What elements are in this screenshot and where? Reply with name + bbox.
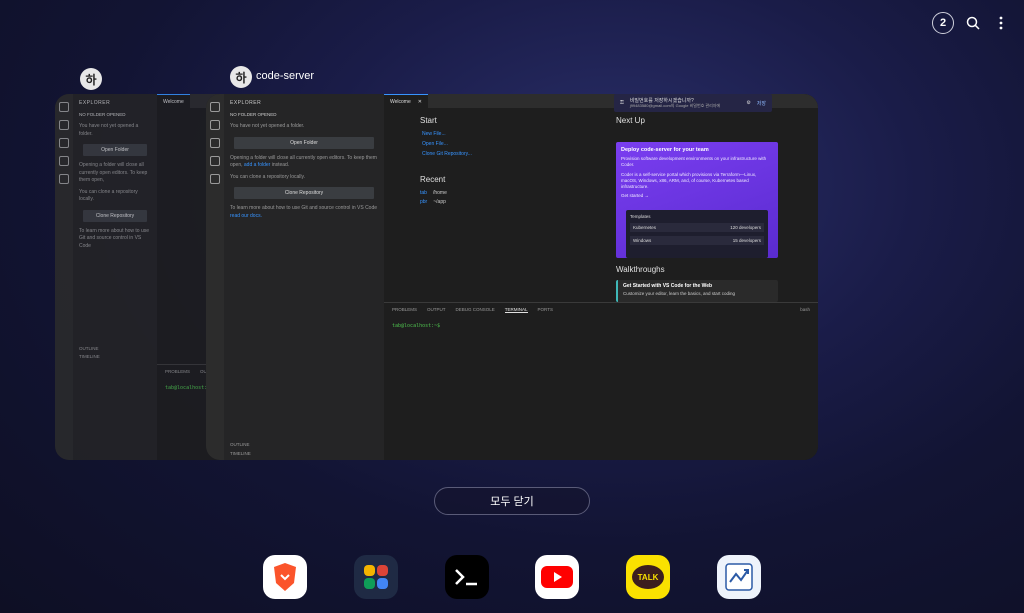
template-row: Windows 15 developers	[630, 236, 764, 245]
clone-git-link[interactable]: Clone Git Repository...	[422, 151, 600, 157]
tab-welcome[interactable]: Welcome ✕	[384, 94, 428, 108]
timeline-section[interactable]: TIMELINE	[79, 354, 100, 359]
walkthrough-card[interactable]: Get Started with VS Code for the Web Cus…	[616, 280, 778, 302]
clone-text: You can clone a repository locally.	[230, 173, 306, 180]
terminal-prompt[interactable]: tab@localhost:~$	[384, 317, 818, 335]
timeline-section[interactable]: TIMELINE	[230, 451, 251, 456]
open-folder-button[interactable]: Open Folder	[234, 136, 374, 149]
git-note: To learn more about how to use Git and s…	[79, 227, 150, 249]
coder-promo-card[interactable]: Deploy code-server for your team Provisi…	[616, 142, 778, 258]
explorer-title: EXPLORER	[79, 100, 111, 106]
walk-title: Get Started with VS Code for the Web	[623, 283, 713, 289]
panel-tab-problems[interactable]: PROBLEMS	[165, 369, 190, 375]
outline-section[interactable]: OUTLINE	[230, 442, 250, 447]
brave-browser-icon[interactable]	[263, 555, 307, 599]
recent-app-card-code-server[interactable]: EXPLORER NO FOLDER OPENED You have not y…	[206, 94, 818, 460]
panel-tab-problems[interactable]: PROBLEMS	[392, 307, 417, 313]
terminal-icon[interactable]	[445, 555, 489, 599]
templates-title: Templates	[630, 214, 651, 219]
top-right-controls: 2	[932, 12, 1010, 34]
notif-save-button[interactable]: 저장	[757, 100, 766, 107]
start-heading: Start	[420, 116, 437, 125]
recent-item[interactable]: pbr ~/app	[420, 199, 600, 205]
activity-bar	[206, 94, 224, 460]
welcome-page: Start New File... Open File... Clone Git…	[384, 108, 818, 302]
recent-count-badge[interactable]: 2	[932, 12, 954, 34]
youtube-icon[interactable]	[535, 555, 579, 599]
walkthroughs-heading: Walkthroughs	[616, 265, 665, 274]
terminal-shell-label[interactable]: bash	[800, 307, 810, 312]
editor-area: Welcome ✕ ⚿ 비밀번호를 저장하시겠습니까? j99483580@gma…	[384, 94, 818, 460]
open-folder-note: Opening a folder will close all currentl…	[230, 154, 377, 169]
explorer-sidebar: EXPLORER NO FOLDER OPENED You have not y…	[224, 94, 384, 460]
promo-desc2: Coder is a self-service portal which pro…	[621, 171, 757, 190]
not-opened-text: You have not yet opened a folder.	[230, 123, 305, 129]
explorer-sidebar: EXPLORER NO FOLDER OPENED You have not y…	[73, 94, 157, 460]
code-server-app-icon[interactable]: 하	[230, 66, 252, 88]
clone-repository-button[interactable]: Clone Repository	[83, 209, 147, 222]
recent-heading: Recent	[420, 175, 446, 184]
front-app-title: code-server	[256, 70, 315, 82]
add-folder-link[interactable]: add a folder	[244, 162, 270, 168]
key-icon: ⚿	[620, 100, 624, 106]
promo-title: Deploy code-server for your team	[621, 147, 709, 153]
stock-chart-icon[interactable]	[717, 555, 761, 599]
explorer-title: EXPLORER	[230, 100, 262, 106]
more-vert-icon[interactable]	[992, 14, 1010, 32]
templates-preview: Templates Kubernetes 120 developers Windo…	[626, 210, 768, 258]
new-file-link[interactable]: New File...	[422, 131, 600, 137]
template-row: Kubernetes 120 developers	[630, 223, 764, 232]
open-folder-button[interactable]: Open Folder	[83, 144, 147, 156]
promo-desc: Provision software development environme…	[621, 156, 767, 168]
tab-welcome[interactable]: Welcome	[157, 94, 190, 108]
code-server-app-icon-back[interactable]: 하	[80, 68, 102, 90]
gear-icon[interactable]: ⚙	[746, 100, 750, 106]
panel-tab-ports[interactable]: PORTS	[538, 307, 553, 313]
open-file-link[interactable]: Open File...	[422, 141, 600, 147]
search-icon[interactable]	[964, 14, 982, 32]
no-folder-label: NO FOLDER OPENED	[230, 112, 277, 117]
panel-tab-debug[interactable]: DEBUG CONSOLE	[456, 307, 495, 313]
panel-tab-output[interactable]: OUTPUT	[427, 307, 446, 313]
talk-label: TALK	[632, 565, 664, 589]
activity-bar	[55, 94, 73, 460]
kakaotalk-icon[interactable]: TALK	[626, 555, 670, 599]
panel-tab-terminal[interactable]: TERMINAL	[504, 307, 528, 313]
terminal-panel: PROBLEMS OUTPUT DEBUG CONSOLE TERMINAL P…	[384, 302, 818, 460]
no-folder-label: NO FOLDER OPENED	[79, 112, 126, 117]
next-up-heading: Next Up	[616, 116, 645, 125]
outline-section[interactable]: OUTLINE	[79, 346, 99, 351]
close-all-button[interactable]: 모두 닫기	[434, 487, 590, 515]
walk-desc: Customize your editor, learn the basics,…	[623, 291, 736, 296]
git-note: To learn more about how to use Git and s…	[230, 205, 378, 219]
not-opened-text: You have not yet opened a folder.	[79, 123, 139, 137]
get-started-link[interactable]: Get started →	[621, 193, 773, 199]
read-docs-link[interactable]: read our docs.	[230, 213, 262, 219]
open-folder-note: Opening a folder will close all currentl…	[79, 162, 148, 183]
photos-gallery-icon[interactable]	[354, 555, 398, 599]
clone-text: You can clone a repository locally.	[79, 188, 138, 203]
recent-item[interactable]: tab/home	[420, 190, 600, 196]
app-dock: TALK	[0, 555, 1024, 599]
clone-repository-button[interactable]: Clone Repository	[234, 187, 374, 199]
